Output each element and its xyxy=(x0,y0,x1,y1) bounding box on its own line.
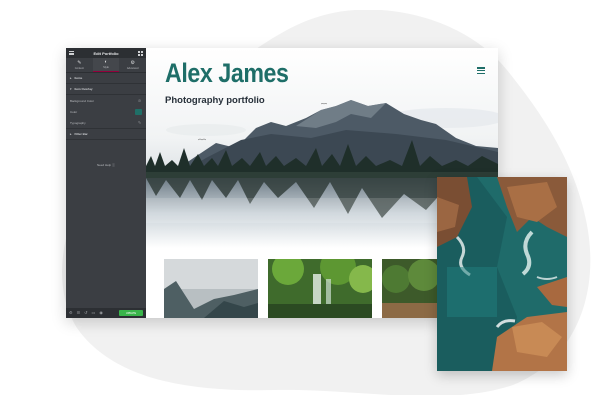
caret-right-icon: ▸ xyxy=(70,132,72,136)
control-label: Color xyxy=(70,109,78,114)
editor-panel: Edit Portfolio ✎ Content ◐ Style ⚙ Advan… xyxy=(66,48,146,318)
section-filter-bar[interactable]: ▸ Filter Bar xyxy=(66,128,146,140)
featured-photo xyxy=(437,177,567,371)
update-button[interactable]: UPDATE xyxy=(119,310,143,316)
tab-label: Advanced xyxy=(126,66,139,70)
tab-label: Content xyxy=(74,66,84,70)
tab-advanced[interactable]: ⚙ Advanced xyxy=(119,58,146,72)
preview-eye-icon[interactable]: ◉ xyxy=(99,311,103,315)
need-help-link[interactable]: Need Help ⓘ xyxy=(66,163,146,167)
hamburger-menu-icon[interactable] xyxy=(477,67,485,74)
clear-color-icon[interactable]: ⊘ xyxy=(137,98,142,103)
menu-icon[interactable] xyxy=(69,51,74,55)
section-label: Items xyxy=(74,76,83,80)
color-swatch[interactable] xyxy=(135,108,142,115)
gallery-item-waterfall[interactable] xyxy=(268,259,372,318)
gallery-image xyxy=(164,259,258,318)
gear-icon: ⚙ xyxy=(130,59,135,66)
panel-footer: ⚙ ☰ ↺ ▭ ◉ UPDATE xyxy=(66,308,146,318)
panel-header: Edit Portfolio xyxy=(66,48,146,58)
edit-pencil-icon[interactable]: ✎ xyxy=(137,120,142,125)
control-typography[interactable]: Typography ✎ xyxy=(66,117,146,128)
need-help-label: Need Help xyxy=(96,163,112,167)
layers-icon[interactable]: ☰ xyxy=(77,311,81,315)
tab-content[interactable]: ✎ Content xyxy=(66,58,93,72)
browser-window: Edit Portfolio ✎ Content ◐ Style ⚙ Advan… xyxy=(66,48,498,318)
history-icon[interactable]: ↺ xyxy=(84,311,87,315)
gallery-item-forest[interactable] xyxy=(382,259,438,318)
tab-label: Style xyxy=(103,66,109,69)
tab-style[interactable]: ◐ Style xyxy=(92,58,120,72)
aerial-coast-image xyxy=(437,177,567,371)
section-label: Filter Bar xyxy=(74,132,88,136)
caret-right-icon: ▸ xyxy=(70,76,72,80)
panel-title: Edit Portfolio xyxy=(93,50,119,56)
section-item-overlay[interactable]: ▾ Item Overlay xyxy=(66,84,146,95)
responsive-icon[interactable]: ▭ xyxy=(92,311,96,315)
gallery-image xyxy=(382,259,438,318)
gallery-item-mountains[interactable] xyxy=(164,259,258,318)
section-label: Item Overlay xyxy=(74,87,93,91)
site-subtitle: Photography portfolio xyxy=(165,95,265,106)
control-color[interactable]: Color xyxy=(66,106,146,117)
half-circle-icon: ◐ xyxy=(104,59,108,65)
site-title: Alex James xyxy=(165,58,289,88)
panel-tabs: ✎ Content ◐ Style ⚙ Advanced xyxy=(66,58,146,73)
section-items[interactable]: ▸ Items xyxy=(66,73,146,84)
control-background-color[interactable]: Background Color ⊘ xyxy=(66,95,146,106)
settings-icon[interactable]: ⚙ xyxy=(69,311,73,315)
gallery-image xyxy=(268,259,372,318)
grid-icon[interactable] xyxy=(137,50,143,56)
caret-down-icon: ▾ xyxy=(70,87,72,91)
control-label: Typography xyxy=(70,120,86,125)
help-icon: ⓘ xyxy=(112,163,116,167)
pencil-icon: ✎ xyxy=(77,59,82,66)
control-label: Background Color xyxy=(70,98,95,103)
